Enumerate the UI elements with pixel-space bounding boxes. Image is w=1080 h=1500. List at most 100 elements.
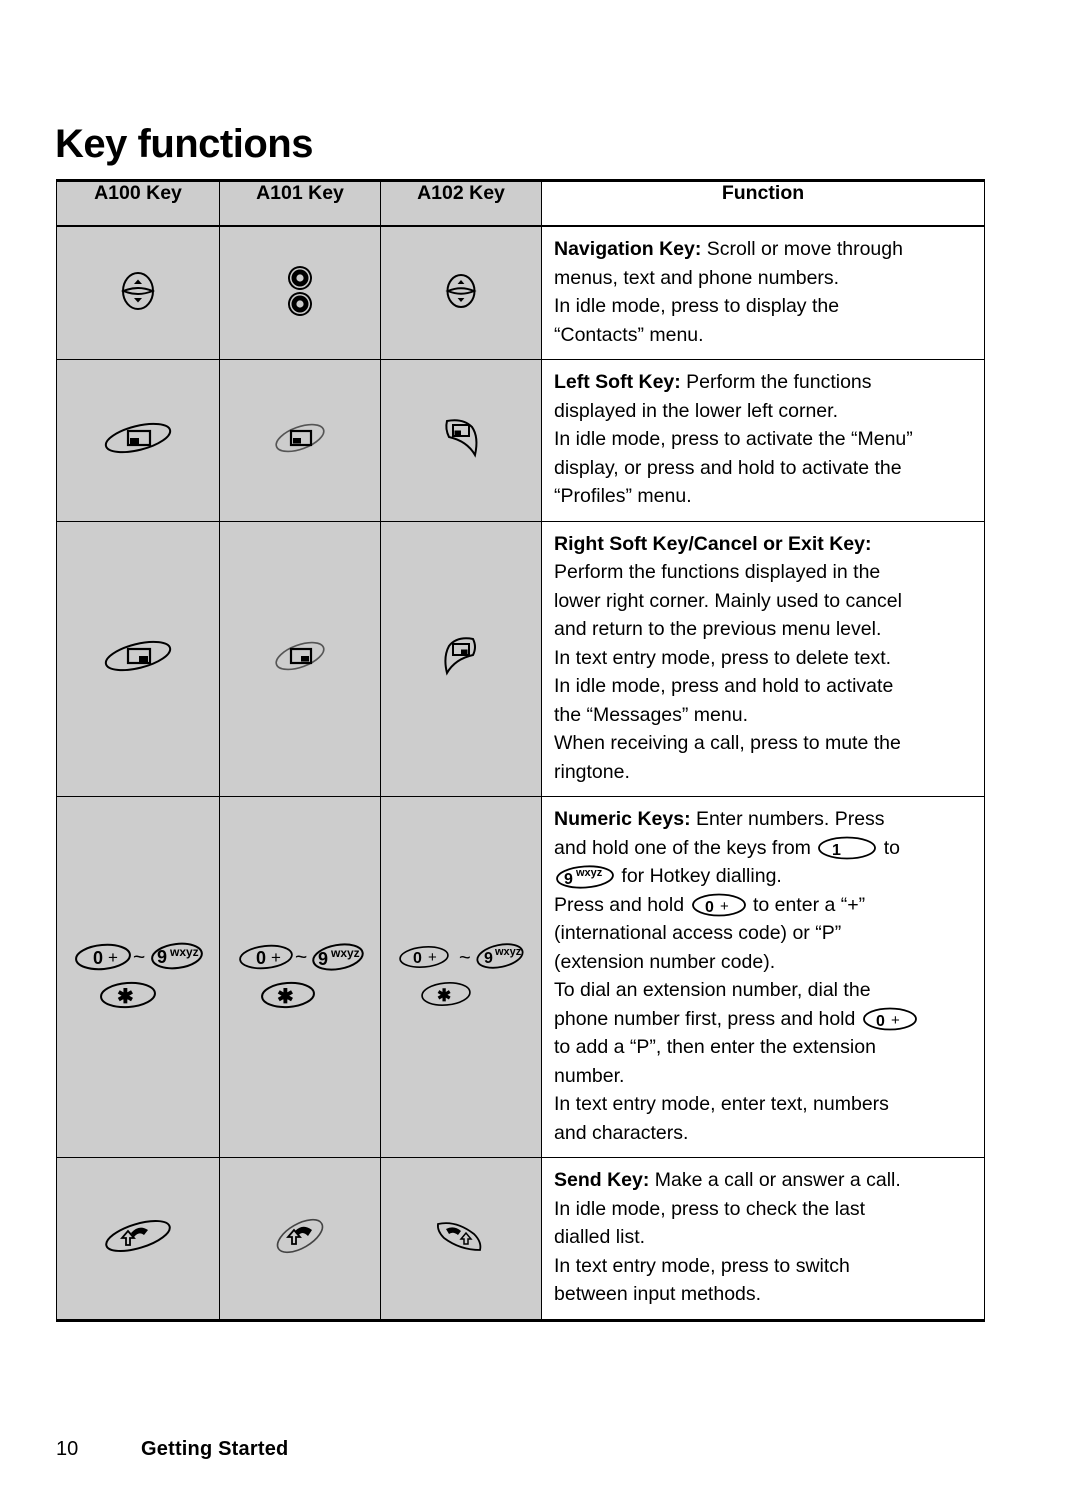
cell-a102-send-key xyxy=(380,1157,542,1322)
cell-a100-numeric-keys: 0 + ~ 9 wxyz ✱ xyxy=(56,796,220,1158)
function-text-line-5: between input methods. xyxy=(554,1283,762,1305)
table-header-row: A100 Key A101 Key A102 Key Function xyxy=(56,179,985,227)
function-text-line-3: and return to the previous menu level. xyxy=(554,618,882,640)
cell-a100-navigation-key xyxy=(56,226,220,360)
function-text-line-2: displayed in the lower left corner. xyxy=(554,399,838,422)
svg-text:+: + xyxy=(720,898,729,915)
cell-a102-numeric-keys: 0 + ~ 9 wxyz ✱ xyxy=(380,796,542,1158)
function-text-line-2: menus, text and phone numbers. xyxy=(554,266,840,289)
function-text-seg-13: In text entry mode, enter text, numbers xyxy=(554,1093,889,1115)
function-term-right-soft-key: Right Soft Key/Cancel or Exit Key: xyxy=(554,532,872,555)
footer-page-number: 10 xyxy=(56,1438,79,1460)
inline-key-nine-wxyz-icon: 9 wxyz xyxy=(554,863,616,889)
svg-text:+: + xyxy=(108,948,118,967)
footer-section-title: Getting Started xyxy=(141,1438,289,1460)
function-text-seg-11: to add a “P”, then enter the extension xyxy=(554,1036,876,1058)
svg-text:wxyz: wxyz xyxy=(494,946,522,958)
function-text-line-4: display, or press and hold to activate t… xyxy=(554,456,902,479)
function-text-line-8: ringtone. xyxy=(554,760,630,783)
svg-text:wxyz: wxyz xyxy=(169,945,199,959)
function-text-line-1: Make a call or answer a call. xyxy=(649,1169,901,1191)
function-text-seg-7: (international access code) or “P” xyxy=(554,922,842,944)
svg-text:9: 9 xyxy=(484,950,493,967)
svg-text:1: 1 xyxy=(832,842,841,859)
function-text-seg-12: number. xyxy=(554,1064,625,1087)
table-row-left-soft-key: Left Soft Key: Perform the functions dis… xyxy=(56,359,985,522)
function-text-seg-5: Press and hold xyxy=(554,893,685,916)
function-text-seg-4: for Hotkey dialling. xyxy=(621,865,782,887)
left-soft-key-ellipse-icon xyxy=(99,415,177,461)
function-text-seg-14: and characters. xyxy=(554,1121,689,1144)
navigation-key-oval-icon xyxy=(117,265,159,317)
cell-a101-send-key xyxy=(219,1157,381,1322)
svg-text:0: 0 xyxy=(413,950,422,967)
navigation-key-oval-icon xyxy=(442,267,480,315)
svg-text:wxyz: wxyz xyxy=(575,867,603,879)
cell-function-right-soft-key: Right Soft Key/Cancel or Exit Key: Perfo… xyxy=(541,521,985,797)
right-soft-key-ellipse-icon xyxy=(269,634,331,678)
key-functions-table: A100 Key A101 Key A102 Key Function Navi… xyxy=(56,179,985,1322)
function-text-line-5: In idle mode, press and hold to activate xyxy=(554,675,894,697)
svg-text:+: + xyxy=(271,948,281,967)
function-term-numeric-keys: Numeric Keys: xyxy=(554,808,691,830)
svg-text:✱: ✱ xyxy=(117,986,134,1008)
function-text-line-1: Perform the functions displayed in the xyxy=(554,561,881,583)
svg-text:✱: ✱ xyxy=(277,986,294,1008)
function-text-seg-3: to xyxy=(883,836,901,859)
send-key-ellipse-icon xyxy=(98,1212,178,1260)
svg-text:wxyz: wxyz xyxy=(330,946,360,960)
cell-a100-send-key xyxy=(56,1157,220,1322)
cell-a101-left-soft-key xyxy=(219,359,381,522)
function-text-line-4: “Contacts” menu. xyxy=(554,323,704,346)
function-text-line-3: In idle mode, press to display the xyxy=(554,295,840,317)
right-soft-key-leaf-icon xyxy=(437,631,485,681)
table-row-right-soft-key: Right Soft Key/Cancel or Exit Key: Perfo… xyxy=(56,521,985,797)
function-text-line-7: When receiving a call, press to mute the xyxy=(554,732,901,754)
function-text-line-6: the “Messages” menu. xyxy=(554,703,749,726)
cell-a100-left-soft-key xyxy=(56,359,220,522)
function-text-seg-2: and hold one of the keys from xyxy=(554,836,811,859)
function-text-line-2: lower right corner. Mainly used to cance… xyxy=(554,589,902,612)
document-page: Key functions A100 Key A101 Key A102 Key… xyxy=(0,0,1080,1500)
cell-function-left-soft-key: Left Soft Key: Perform the functions dis… xyxy=(541,359,985,522)
function-text-seg-9: To dial an extension number, dial the xyxy=(554,979,871,1001)
function-term-navigation-key: Navigation Key: xyxy=(554,238,702,260)
svg-text:0: 0 xyxy=(93,948,103,968)
function-text-seg-6: to enter a “+” xyxy=(752,893,866,916)
numeric-keys-group-icon: 0 + ~ 9 wxyz ✱ xyxy=(236,935,364,1015)
function-text-line-3: In idle mode, press to activate the “Men… xyxy=(554,428,913,450)
function-text-line-5: “Profiles” menu. xyxy=(554,485,692,507)
cell-a101-right-soft-key xyxy=(219,521,381,797)
column-header-a102: A102 Key xyxy=(380,179,542,227)
svg-text:0: 0 xyxy=(876,1013,885,1030)
function-text-seg-8: (extension number code). xyxy=(554,950,776,973)
cell-a101-navigation-key xyxy=(219,226,381,360)
column-header-a101: A101 Key xyxy=(219,179,381,227)
function-text-line-1: Perform the functions xyxy=(680,371,872,393)
svg-text:+: + xyxy=(428,949,437,966)
send-key-leaf-icon xyxy=(430,1212,492,1260)
cell-a102-right-soft-key xyxy=(380,521,542,797)
inline-key-one-icon: 1 xyxy=(816,835,878,861)
function-text-line-3: dialled list. xyxy=(554,1226,646,1248)
send-key-ellipse-icon xyxy=(268,1213,332,1259)
svg-text:9: 9 xyxy=(157,947,167,967)
left-soft-key-leaf-icon xyxy=(437,413,485,463)
svg-text:~: ~ xyxy=(459,947,471,969)
function-term-left-soft-key: Left Soft Key: xyxy=(554,371,681,393)
svg-text:0: 0 xyxy=(256,948,266,968)
function-text-line-4: In text entry mode, press to delete text… xyxy=(554,646,892,669)
cell-a102-navigation-key xyxy=(380,226,542,360)
svg-text:0: 0 xyxy=(705,899,714,916)
cell-function-send-key: Send Key: Make a call or answer a call. … xyxy=(541,1157,985,1322)
function-text-seg-10: phone number first, press and hold xyxy=(554,1007,856,1030)
cell-function-navigation-key: Navigation Key: Scroll or move through m… xyxy=(541,226,985,360)
left-soft-key-ellipse-icon xyxy=(269,416,331,460)
function-term-send-key: Send Key: xyxy=(554,1169,650,1191)
table-row-numeric-keys: 0 + ~ 9 wxyz ✱ 0 + ~ 9 wxyz ✱ 0 + ~ 9 wx… xyxy=(56,796,985,1158)
function-text-line-4: In text entry mode, press to switch xyxy=(554,1254,850,1277)
numeric-keys-group-icon: 0 + ~ 9 wxyz ✱ xyxy=(73,935,203,1015)
function-text-line-1: Scroll or move through xyxy=(701,238,903,260)
svg-text:✱: ✱ xyxy=(437,986,451,1005)
navigation-key-double-circle-icon xyxy=(280,262,320,320)
